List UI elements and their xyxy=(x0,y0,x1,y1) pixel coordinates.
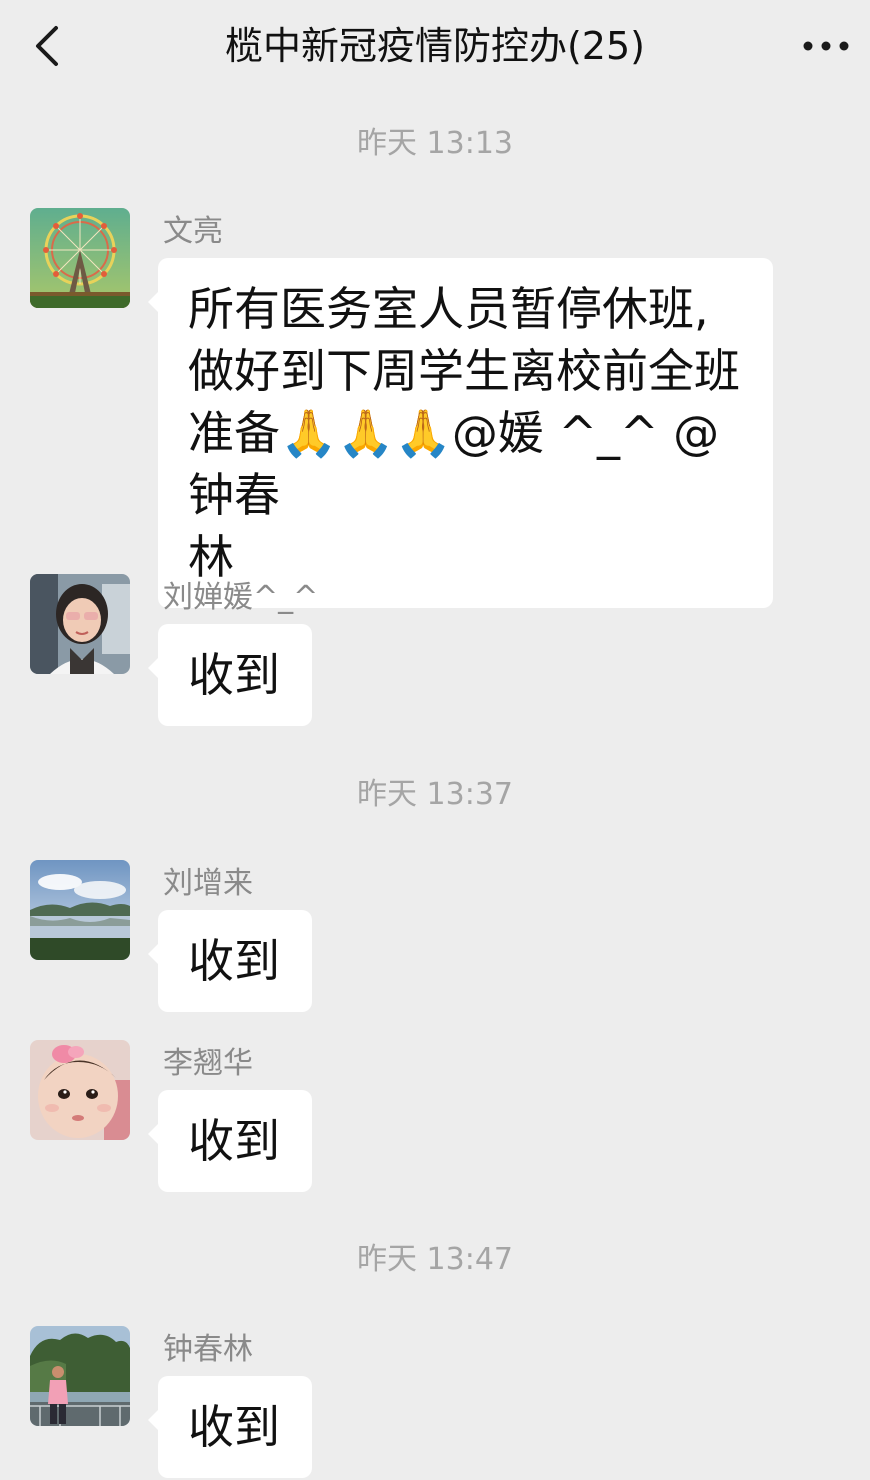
avatar[interactable] xyxy=(30,208,130,308)
chat-header: 榄中新冠疫情防控办(25) xyxy=(0,0,870,92)
woman-portrait-photo xyxy=(30,574,130,674)
message-bubble[interactable]: 收到 xyxy=(148,1090,312,1192)
lake-landscape-photo xyxy=(30,860,130,960)
timestamp-divider: 昨天 13:47 xyxy=(357,1242,513,1277)
ferris-wheel-photo xyxy=(30,208,130,308)
timestamp-divider: 昨天 13:13 xyxy=(357,126,513,161)
man-by-river-photo xyxy=(30,1326,130,1426)
more-horizontal-icon[interactable] xyxy=(800,30,852,62)
chat-title: 榄中新冠疫情防控办(25) xyxy=(224,24,645,68)
message-text: 收到 xyxy=(188,934,280,988)
timestamp-divider: 昨天 13:37 xyxy=(357,777,513,812)
chevron-left-icon[interactable] xyxy=(30,24,70,68)
sender-name: 文亮 xyxy=(163,214,223,249)
avatar[interactable] xyxy=(30,1040,130,1140)
message-text: 收到 xyxy=(188,1400,280,1454)
message-text-line: 准备🙏🙏🙏@媛 ^_^ @钟春 xyxy=(188,406,720,522)
message-bubble[interactable]: 收到 xyxy=(148,1376,312,1478)
avatar[interactable] xyxy=(30,574,130,674)
baby-portrait-photo xyxy=(30,1040,130,1140)
message-text-line: 做好到下周学生离校前全班 xyxy=(188,344,740,398)
sender-name: 李翘华 xyxy=(163,1046,253,1081)
message-bubble[interactable]: 所有医务室人员暂停休班, 做好到下周学生离校前全班 准备🙏🙏🙏@媛 ^_^ @钟… xyxy=(148,258,773,608)
message-bubble[interactable]: 收到 xyxy=(148,624,312,726)
sender-name: 刘增来 xyxy=(163,866,253,901)
message-text: 收到 xyxy=(188,648,280,702)
message-bubble[interactable]: 收到 xyxy=(148,910,312,1012)
sender-name: 钟春林 xyxy=(163,1332,253,1367)
message-text: 收到 xyxy=(188,1114,280,1168)
avatar[interactable] xyxy=(30,1326,130,1426)
avatar[interactable] xyxy=(30,860,130,960)
message-text-line: 所有医务室人员暂停休班, xyxy=(188,282,709,336)
sender-name: 刘婵媛^_^ xyxy=(163,580,319,615)
